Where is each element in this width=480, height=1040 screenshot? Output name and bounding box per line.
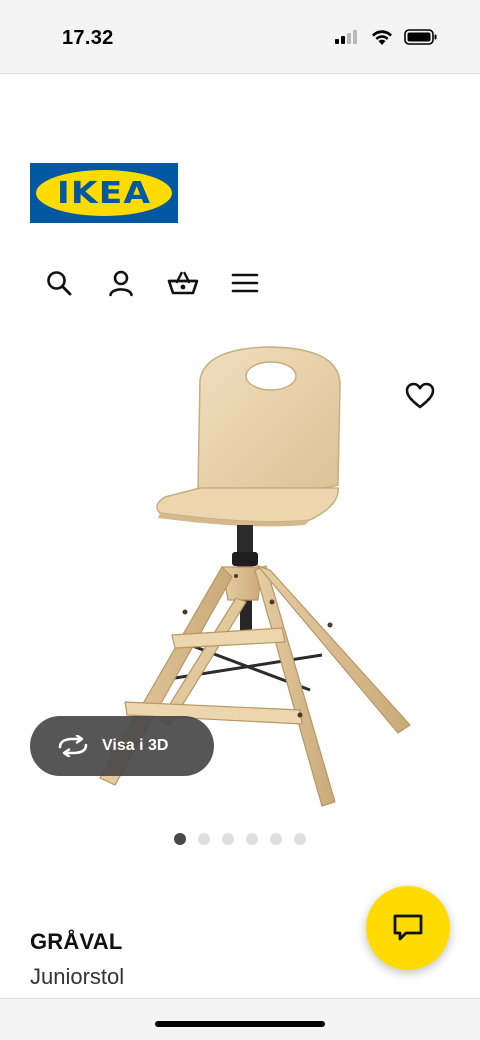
menu-icon bbox=[231, 273, 259, 293]
carousel-dot-2[interactable] bbox=[198, 833, 210, 845]
ikea-logo[interactable]: IKEA bbox=[30, 163, 178, 223]
carousel-dot-1[interactable] bbox=[174, 833, 186, 845]
logo-text: IKEA bbox=[56, 175, 152, 211]
menu-button[interactable] bbox=[226, 264, 264, 302]
basket-icon bbox=[167, 271, 199, 295]
product-name: GRÅVAL bbox=[30, 929, 123, 954]
heart-icon bbox=[405, 382, 435, 409]
view-3d-button[interactable]: Visa i 3D bbox=[30, 716, 214, 776]
battery-icon bbox=[404, 29, 437, 45]
home-indicator[interactable] bbox=[155, 1021, 325, 1027]
rotate-3d-icon bbox=[58, 735, 88, 757]
image-carousel-dots bbox=[174, 833, 306, 845]
user-icon bbox=[109, 270, 133, 297]
carousel-dot-5[interactable] bbox=[270, 833, 282, 845]
favorite-button[interactable] bbox=[400, 376, 440, 416]
carousel-dot-4[interactable] bbox=[246, 833, 258, 845]
view-3d-label: Visa i 3D bbox=[102, 737, 169, 754]
header-nav bbox=[40, 264, 264, 302]
status-time: 17.32 bbox=[62, 27, 114, 49]
browser-bottom-bar bbox=[0, 998, 480, 1040]
account-button[interactable] bbox=[102, 264, 140, 302]
logo-oval: IKEA bbox=[36, 170, 172, 216]
status-icons bbox=[334, 28, 438, 46]
search-icon bbox=[47, 271, 72, 296]
carousel-dot-3[interactable] bbox=[222, 833, 234, 845]
cellular-signal-icon bbox=[335, 30, 357, 44]
status-bar: 17.32 bbox=[0, 0, 480, 74]
carousel-dot-6[interactable] bbox=[294, 833, 306, 845]
search-button[interactable] bbox=[40, 264, 78, 302]
chat-button[interactable] bbox=[366, 886, 450, 970]
basket-button[interactable] bbox=[164, 264, 202, 302]
chat-bubble-icon bbox=[393, 914, 423, 941]
wifi-icon bbox=[372, 30, 392, 45]
product-type: Juniorstol bbox=[30, 964, 125, 989]
